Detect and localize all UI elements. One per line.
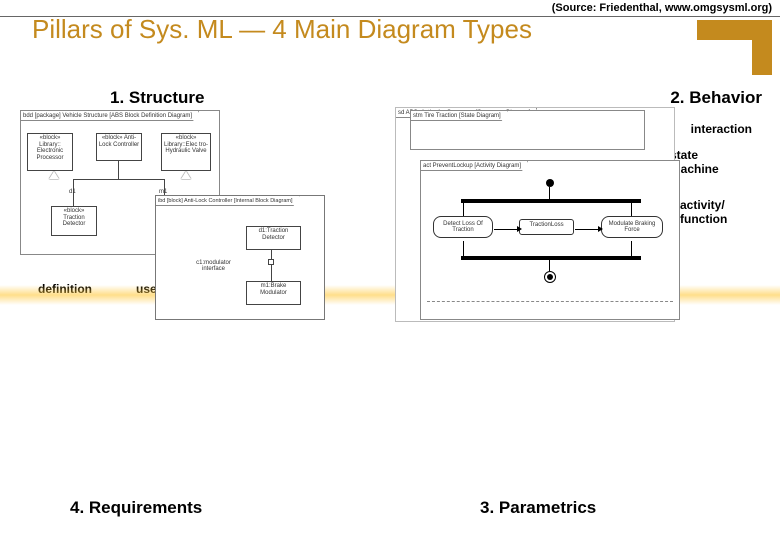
arrowhead-icon <box>598 226 603 232</box>
act-node-tractionloss: TractionLoss <box>519 219 574 235</box>
page-title: Pillars of Sys. ML — 4 Main Diagram Type… <box>32 14 532 45</box>
arrowhead-icon <box>517 226 522 232</box>
bdd-block-ehv: «block» Library::Elec tro-Hydraulic Valv… <box>161 133 211 171</box>
bdd-block-electronic-processor: «block» Library:: Electronic Processor <box>27 133 73 171</box>
triangle-icon <box>49 171 59 179</box>
port-icon <box>268 259 274 265</box>
stm-tab: stm Tire Traction [State Diagram] <box>411 111 508 121</box>
ibd-part-brake-modulator: m1:Brake Modulator <box>246 281 301 305</box>
join-bar <box>461 256 641 260</box>
act-node-detect: Detect Loss Of Traction <box>433 216 493 238</box>
ibd-port-label: c1:modulator interface <box>186 260 241 272</box>
ibd-part-traction-detector: d1:Traction Detector <box>246 226 301 250</box>
act-node-modulate: Modulate Braking Force <box>601 216 663 238</box>
bdd-tab: bdd [package] Vehicle Structure [ABS Blo… <box>21 111 199 121</box>
bdd-block-traction-detector: «block» Traction Detector <box>51 206 97 236</box>
initial-node-icon <box>546 179 554 187</box>
act-tab: act PreventLockup [Activity Diagram] <box>421 161 528 171</box>
fork-bar <box>461 199 641 203</box>
activity-diagram: act PreventLockup [Activity Diagram] Det… <box>420 160 680 320</box>
ibd-tab: ibd [block] Anti-Lock Controller [Intern… <box>156 196 300 206</box>
source-text: (Source: Friedenthal, www.omgsysml.org) <box>552 2 772 14</box>
heading-requirements: 4. Requirements <box>70 498 202 518</box>
bdd-block-antilock-controller: «block» Anti-Lock Controller <box>96 133 142 161</box>
triangle-icon <box>181 171 191 179</box>
corner-logo <box>697 20 772 75</box>
heading-parametrics: 3. Parametrics <box>480 498 596 518</box>
bdd-role-d1: d1 <box>69 189 76 195</box>
heading-structure: 1. Structure <box>110 88 204 108</box>
heading-behavior: 2. Behavior <box>670 88 762 108</box>
label-activity-function: activity/ function <box>680 198 740 226</box>
state-machine-diagram: stm Tire Traction [State Diagram] <box>410 110 645 150</box>
label-interaction: interaction <box>691 122 752 136</box>
final-node-icon <box>544 271 556 283</box>
internal-block-diagram: ibd [block] Anti-Lock Controller [Intern… <box>155 195 325 320</box>
